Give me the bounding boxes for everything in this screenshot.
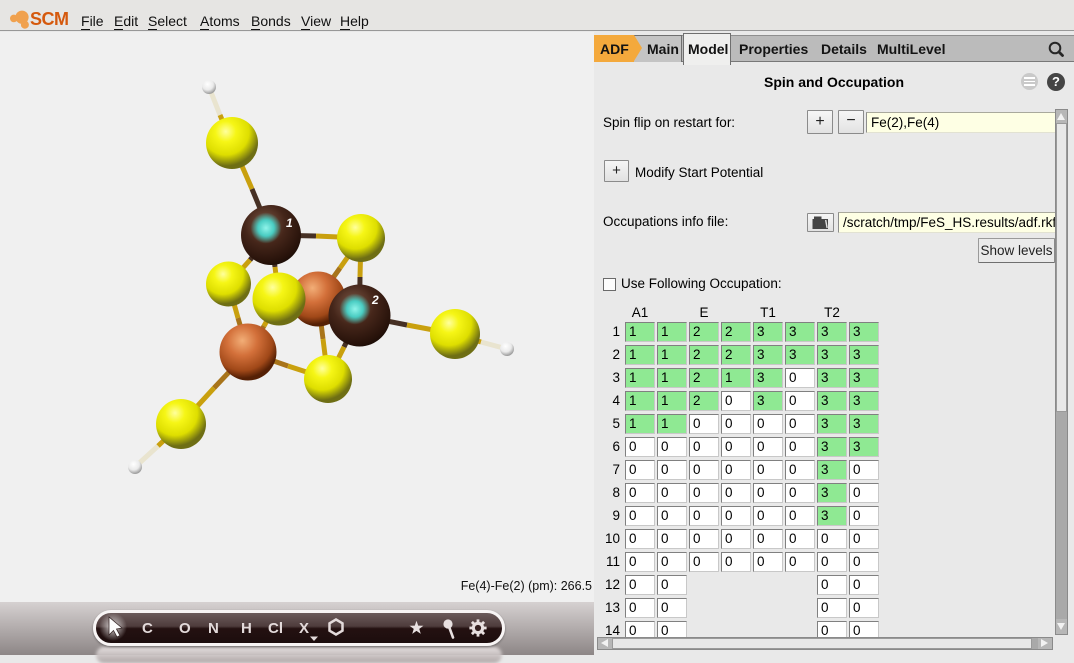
svg-text:1: 1	[286, 216, 293, 230]
svg-text:2: 2	[371, 293, 379, 307]
svg-text:SCM: SCM	[30, 9, 69, 29]
